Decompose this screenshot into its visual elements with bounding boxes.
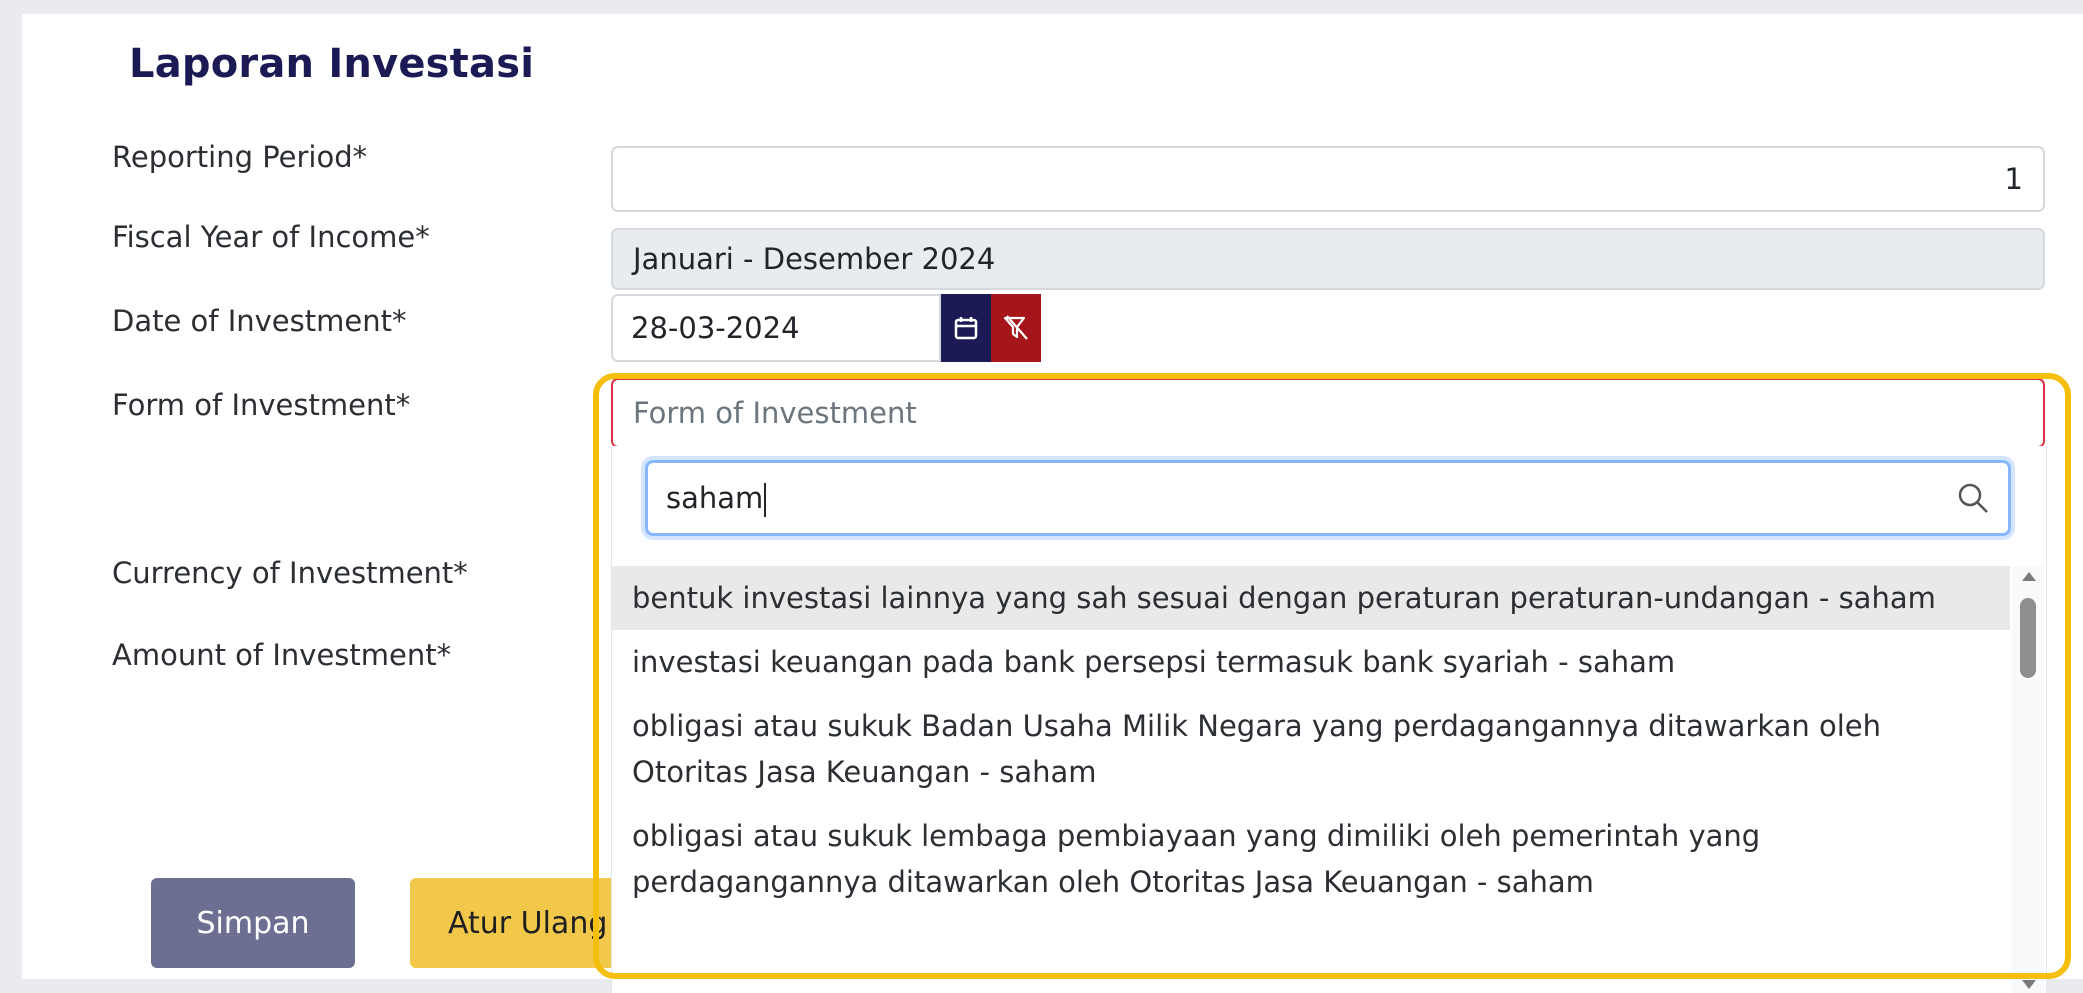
page: Laporan Investasi Reporting Period* 1 Fi… [22,14,2083,993]
search-text: saham [666,481,764,515]
fiscal-year-field: Januari - Desember 2024 [611,228,2045,290]
dropdown-scrollbar[interactable] [2012,566,2044,993]
currency-label: Currency of Investment* [112,556,468,590]
filter-clear-icon [1003,315,1028,340]
save-button[interactable]: Simpan [151,878,355,968]
reporting-period-input[interactable]: 1 [611,146,2045,212]
dropdown-option[interactable]: obligasi atau sukuk Badan Usaha Milik Ne… [612,694,2010,804]
form-of-investment-label: Form of Investment* [112,388,411,422]
fiscal-year-label: Fiscal Year of Income* [112,220,430,254]
amount-label: Amount of Investment* [112,638,452,672]
dropdown-option[interactable]: obligasi atau sukuk lembaga pembiayaan y… [612,804,2010,914]
date-of-investment-input[interactable]: 28-03-2024 [611,294,941,362]
search-icon [1958,483,1988,513]
clear-date-button[interactable] [991,294,1041,362]
dropdown-search-input[interactable]: saham [645,460,2011,536]
reporting-period-label: Reporting Period* [112,140,368,174]
date-of-investment-label: Date of Investment* [112,304,407,338]
dropdown-options: bentuk investasi lainnya yang sah sesuai… [612,566,2010,914]
dropdown-option[interactable]: investasi keuangan pada bank persepsi te… [612,630,2010,694]
text-caret [764,483,767,517]
scroll-up-arrow-icon[interactable] [2022,572,2036,581]
calendar-button[interactable] [941,294,991,362]
calendar-icon [954,317,978,340]
page-title: Laporan Investasi [129,41,535,87]
dropdown-option[interactable]: bentuk investasi lainnya yang sah sesuai… [612,566,2010,630]
form-of-investment-select[interactable]: Form of Investment [611,378,2045,448]
form-of-investment-dropdown: saham bentuk investasi lainnya yang sah … [611,446,2047,993]
scroll-down-arrow-icon[interactable] [2022,980,2036,989]
scroll-thumb[interactable] [2020,598,2036,678]
reset-button[interactable]: Atur Ulang [410,878,620,968]
